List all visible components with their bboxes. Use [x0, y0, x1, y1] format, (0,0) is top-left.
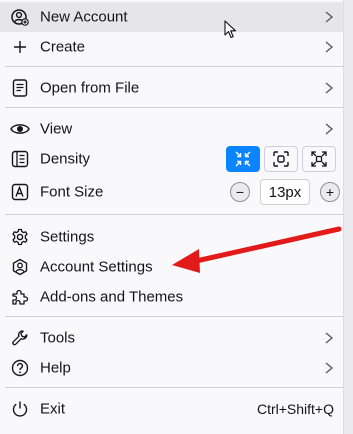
chevron-right-icon — [324, 122, 334, 136]
menu-item-font-size: Font Size − 13px + — [0, 177, 344, 207]
plus-icon — [10, 37, 30, 57]
chevron-right-icon — [324, 81, 334, 95]
menu-item-account-settings[interactable]: Account Settings — [0, 252, 344, 282]
menu-item-density: Density — [0, 144, 344, 174]
font-size-controls: − 13px + — [230, 179, 340, 205]
menu-item-new-account[interactable]: New Account — [0, 2, 344, 32]
menu-item-open-from-file[interactable]: Open from File — [0, 73, 344, 103]
menu-item-label: Create — [40, 38, 86, 56]
file-icon — [10, 78, 30, 98]
menu-separator — [5, 387, 344, 388]
density-normal-button[interactable] — [264, 146, 298, 172]
density-touch-button[interactable] — [302, 146, 336, 172]
help-icon — [10, 358, 30, 378]
density-selector — [226, 146, 336, 172]
font-size-value: 13px — [260, 179, 310, 205]
menu-item-label: View — [40, 120, 73, 138]
font-size-increase-button[interactable]: + — [320, 182, 340, 202]
menu-item-label: Density — [40, 150, 91, 168]
menu-item-label: Settings — [40, 228, 95, 246]
app-menu-panel: New Account Create Open from File View D… — [0, 0, 353, 434]
menu-item-label: Open from File — [40, 79, 140, 97]
menu-item-label: New Account — [40, 8, 128, 26]
menu-separator — [5, 66, 344, 67]
touch-density-icon — [311, 151, 327, 167]
account-settings-icon — [10, 257, 30, 277]
wrench-icon — [10, 328, 30, 348]
menu-item-exit[interactable]: Exit Ctrl+Shift+Q — [0, 394, 344, 424]
menu-item-addons-themes[interactable]: Add-ons and Themes — [0, 282, 344, 312]
menu-item-settings[interactable]: Settings — [0, 222, 344, 252]
mouse-cursor-icon — [224, 20, 237, 39]
exit-shortcut: Ctrl+Shift+Q — [256, 401, 334, 417]
menu-item-help[interactable]: Help — [0, 353, 344, 383]
density-compact-button[interactable] — [226, 146, 260, 172]
chevron-right-icon — [324, 10, 334, 24]
menu-item-label: Tools — [40, 329, 76, 347]
font-size-decrease-button[interactable]: − — [230, 182, 250, 202]
menu-separator — [5, 214, 344, 215]
menu-item-label: Account Settings — [40, 258, 153, 276]
density-icon — [10, 149, 30, 169]
eye-icon — [10, 119, 30, 139]
chevron-right-icon — [324, 331, 334, 345]
gear-icon — [10, 227, 30, 247]
menu-item-label: Font Size — [40, 183, 104, 201]
menu-item-create[interactable]: Create — [0, 32, 344, 62]
menu-item-label: Add-ons and Themes — [40, 288, 184, 306]
scrollbar-track — [343, 0, 353, 434]
menu-item-view[interactable]: View — [0, 114, 344, 144]
power-icon — [10, 399, 30, 419]
font-size-icon — [10, 182, 30, 202]
menu-separator — [5, 316, 344, 317]
menu-item-tools[interactable]: Tools — [0, 323, 344, 353]
chevron-right-icon — [324, 40, 334, 54]
normal-density-icon — [273, 151, 289, 167]
puzzle-icon — [10, 287, 30, 307]
compact-density-icon — [235, 151, 251, 167]
chevron-right-icon — [324, 361, 334, 375]
menu-item-label: Exit — [40, 400, 66, 418]
menu-separator — [5, 107, 344, 108]
new-account-icon — [10, 7, 30, 27]
menu-item-label: Help — [40, 359, 71, 377]
